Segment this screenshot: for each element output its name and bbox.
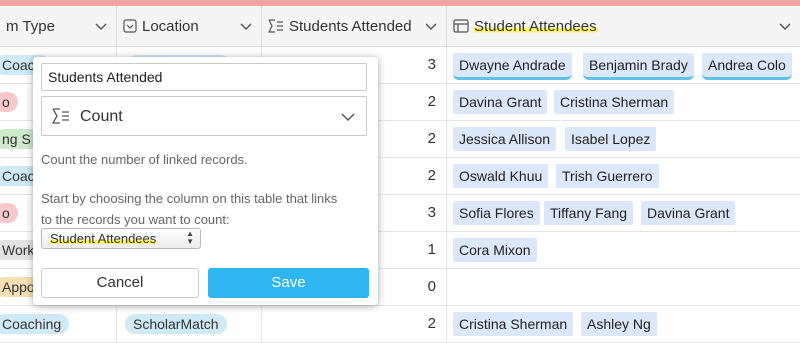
count-value: 1 xyxy=(427,241,436,258)
table-row[interactable]: Coaching ScholarMatch 2 Cristina Sherman… xyxy=(0,306,800,343)
count-value: 2 xyxy=(427,130,436,147)
count-value: 2 xyxy=(427,167,436,184)
linked-record-icon xyxy=(453,19,469,33)
column-header-label: Location xyxy=(142,17,199,35)
attendee-tag[interactable]: Oswald Khuu xyxy=(453,164,549,188)
field-name-input[interactable]: Students Attended xyxy=(41,63,367,91)
column-header-location[interactable]: Location xyxy=(117,6,262,46)
column-header-student-attendees[interactable]: Student Attendees xyxy=(447,6,800,46)
type-pill: o xyxy=(0,92,18,112)
attendee-tag[interactable]: Sofia Flores xyxy=(453,201,540,225)
single-select-icon xyxy=(123,19,137,33)
attendee-tag[interactable]: Ashley Ng xyxy=(581,312,657,336)
chevron-down-icon[interactable] xyxy=(239,19,253,33)
attendee-tag[interactable]: Benjamin Brady xyxy=(583,53,694,80)
column-header-row: m Type Location Students Attended Studen… xyxy=(0,6,800,47)
linked-field-select[interactable]: Student Attendees ▲ ▼ xyxy=(41,228,201,249)
field-type-dropdown[interactable]: Count xyxy=(41,96,367,136)
type-pill: o xyxy=(0,203,18,223)
attendee-tag[interactable]: Cristina Sherman xyxy=(453,312,574,336)
attendee-tag[interactable]: Davina Grant xyxy=(453,90,548,114)
field-type-description: Count the number of linked records. xyxy=(41,152,248,167)
attendee-tag[interactable]: Jessica Allison xyxy=(453,127,557,151)
count-value: 3 xyxy=(427,56,436,73)
field-config-popup: Students Attended Count Count the number… xyxy=(33,57,378,305)
attendee-tag[interactable]: Cristina Sherman xyxy=(554,90,675,114)
attendee-tag[interactable]: Trish Guerrero xyxy=(556,164,659,188)
attendees-cell[interactable]: Davina Grant Cristina Sherman xyxy=(447,84,800,120)
cancel-button[interactable]: Cancel xyxy=(41,268,199,298)
attendees-cell[interactable]: Oswald Khuu Trish Guerrero xyxy=(447,158,800,194)
attendee-tag[interactable]: Tiffany Fang xyxy=(544,201,634,225)
attendees-cell[interactable]: Cora Mixon xyxy=(447,232,800,268)
location-pill: ScholarMatch xyxy=(125,314,227,334)
attendee-tag[interactable]: Cora Mixon xyxy=(453,238,537,262)
updown-arrows-icon: ▲ ▼ xyxy=(186,229,194,246)
attendee-tag[interactable]: Isabel Lopez xyxy=(565,127,657,151)
attendees-cell[interactable]: Jessica Allison Isabel Lopez xyxy=(447,121,800,157)
save-button[interactable]: Save xyxy=(208,268,369,298)
hint-line: Start by choosing the column on this tab… xyxy=(41,191,338,206)
attendees-cell[interactable]: Cristina Sherman Ashley Ng xyxy=(447,306,800,342)
attendee-tag[interactable]: Andrea Colo xyxy=(702,53,792,80)
count-value: 3 xyxy=(427,204,436,221)
link-field-hint: Start by choosing the column on this tab… xyxy=(41,188,371,230)
column-header-label: m Type xyxy=(6,17,55,35)
attendee-tag[interactable]: Davina Grant xyxy=(641,201,736,225)
attendees-cell[interactable] xyxy=(447,269,800,305)
count-value: 0 xyxy=(427,278,436,295)
type-pill: Coaching xyxy=(0,314,70,334)
hint-line: to the records you want to count: xyxy=(41,212,230,227)
column-header-label: Students Attended xyxy=(289,17,412,35)
chevron-down-icon xyxy=(341,113,355,122)
chevron-down-icon[interactable] xyxy=(94,19,108,33)
column-header-type[interactable]: m Type xyxy=(0,6,117,46)
column-header-label: Student Attendees xyxy=(474,17,597,35)
count-cell[interactable]: 2 xyxy=(262,306,447,342)
attendees-cell[interactable]: Dwayne Andrade Benjamin Brady Andrea Col… xyxy=(447,47,800,83)
type-cell[interactable]: Coaching xyxy=(0,306,117,342)
location-cell[interactable]: ScholarMatch xyxy=(117,306,262,342)
field-type-label: Count xyxy=(80,108,123,125)
attendees-cell[interactable]: Sofia Flores Tiffany Fang Davina Grant xyxy=(447,195,800,231)
chevron-down-icon[interactable] xyxy=(778,19,792,33)
sigma-list-icon xyxy=(52,108,69,124)
count-value: 2 xyxy=(427,93,436,110)
attendee-tag[interactable]: Dwayne Andrade xyxy=(453,53,572,80)
chevron-down-icon[interactable] xyxy=(424,19,438,33)
column-header-students-attended[interactable]: Students Attended xyxy=(262,6,447,46)
sigma-list-icon xyxy=(268,19,283,33)
linked-field-value: Student Attendees xyxy=(50,231,157,246)
count-value: 2 xyxy=(427,315,436,332)
